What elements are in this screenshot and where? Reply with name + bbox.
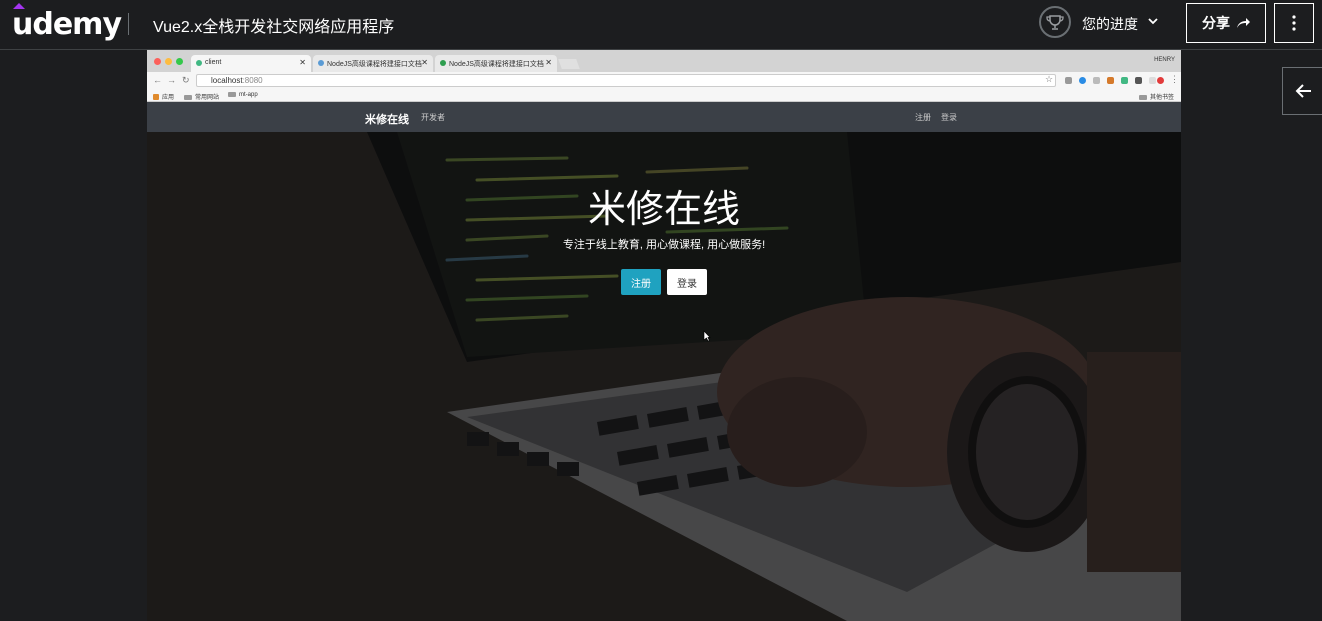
page-favicon-icon bbox=[318, 60, 324, 66]
video-player[interactable]: client ✕ NodeJS高级课程将建接口文档 ✕ NodeJS高级课程将建… bbox=[147, 50, 1181, 621]
page-favicon-icon bbox=[440, 60, 446, 66]
chevron-down-icon[interactable] bbox=[1147, 14, 1159, 28]
reload-icon: ↻ bbox=[182, 75, 190, 85]
browser-tab: NodeJS高级课程将建接口文档 ✕ bbox=[313, 55, 433, 72]
back-arrow-icon: ← bbox=[153, 75, 162, 85]
hero-register-button: 注册 bbox=[621, 269, 661, 295]
hero-section: 米修在线 专注于线上教育, 用心做课程, 用心做服务! 注册 登录 bbox=[147, 132, 1181, 621]
tab-label: client bbox=[205, 59, 222, 66]
share-label: 分享 bbox=[1202, 15, 1230, 31]
vue-favicon-icon bbox=[196, 60, 202, 66]
header-divider bbox=[128, 13, 129, 35]
folder-icon bbox=[1139, 94, 1147, 100]
more-options-button[interactable] bbox=[1274, 3, 1314, 43]
extension-icon bbox=[1065, 77, 1072, 84]
url-host: localhost bbox=[211, 76, 243, 85]
folder-icon bbox=[184, 94, 192, 100]
star-icon: ☆ bbox=[1045, 74, 1054, 84]
browser-tab: NodeJS高级课程将建接口文档 ✕ bbox=[435, 55, 557, 72]
udemy-logo[interactable]: udemy bbox=[12, 7, 122, 42]
course-title[interactable]: Vue2.x全栈开发社交网络应用程序 bbox=[153, 13, 394, 37]
browser-tab-strip: client ✕ NodeJS高级课程将建接口文档 ✕ NodeJS高级课程将建… bbox=[147, 50, 1181, 72]
bookmark-apps: 应用 bbox=[153, 92, 174, 101]
trophy-icon[interactable] bbox=[1039, 6, 1071, 38]
hero-login-button: 登录 bbox=[667, 269, 707, 295]
arrow-left-icon bbox=[1295, 84, 1311, 98]
kebab-menu-icon bbox=[1292, 15, 1296, 31]
mouse-cursor-icon bbox=[703, 330, 711, 342]
top-bar: udemy Vue2.x全栈开发社交网络应用程序 您的进度 分享 bbox=[0, 0, 1322, 50]
new-tab-icon bbox=[558, 59, 580, 69]
bookmark-folder: mt-app bbox=[228, 92, 258, 98]
developer-link: 开发者 bbox=[421, 113, 445, 122]
extension-icon bbox=[1107, 77, 1114, 84]
share-arrow-icon bbox=[1237, 18, 1250, 28]
extension-icon bbox=[1079, 77, 1086, 84]
tab-close-icon: ✕ bbox=[421, 58, 428, 67]
hero-subtitle: 专注于线上教育, 用心做课程, 用心做服务! bbox=[562, 239, 766, 251]
hero-title: 米修在线 bbox=[587, 189, 740, 231]
tab-close-icon: ✕ bbox=[299, 58, 306, 67]
browser-profile: HENRY bbox=[1154, 57, 1175, 63]
extension-icon bbox=[1093, 77, 1100, 84]
tab-label: NodeJS高级课程将建接口文档 bbox=[449, 61, 544, 68]
bookmark-folder: 常用网站 bbox=[184, 92, 219, 101]
apps-grid-icon bbox=[153, 94, 159, 101]
extension-icon bbox=[1157, 77, 1164, 84]
login-link: 登录 bbox=[941, 113, 957, 122]
tab-label: NodeJS高级课程将建接口文档 bbox=[327, 61, 422, 68]
minimize-dot-icon bbox=[165, 58, 172, 65]
url-port: :8080 bbox=[242, 76, 263, 85]
close-dot-icon bbox=[154, 58, 161, 65]
progress-dropdown-label[interactable]: 您的进度 bbox=[1082, 14, 1138, 34]
extension-icon bbox=[1149, 77, 1156, 84]
other-bookmarks: 其他书签 bbox=[1139, 92, 1174, 101]
bookmarks-bar: 应用 常用网站 mt-app 其他书签 bbox=[147, 89, 1181, 102]
maximize-dot-icon bbox=[176, 58, 183, 65]
extension-icon bbox=[1135, 77, 1142, 84]
expand-sidebar-button[interactable] bbox=[1282, 67, 1322, 115]
folder-icon bbox=[228, 92, 236, 97]
tab-close-icon: ✕ bbox=[545, 58, 552, 67]
forward-arrow-icon: → bbox=[167, 75, 176, 85]
site-navbar: 米修在线 开发者 注册 登录 bbox=[147, 102, 1181, 132]
browser-tab: client ✕ bbox=[191, 55, 311, 72]
site-brand: 米修在线 bbox=[365, 114, 409, 126]
share-button[interactable]: 分享 bbox=[1186, 3, 1266, 43]
browser-menu-icon: ⋮ bbox=[1170, 74, 1179, 84]
register-link: 注册 bbox=[915, 113, 931, 122]
vue-devtools-icon bbox=[1121, 77, 1128, 84]
address-bar: localhost:8080 bbox=[196, 74, 1056, 87]
browser-toolbar: ← → ↻ localhost:8080 ☆ ⋮ bbox=[147, 72, 1181, 89]
